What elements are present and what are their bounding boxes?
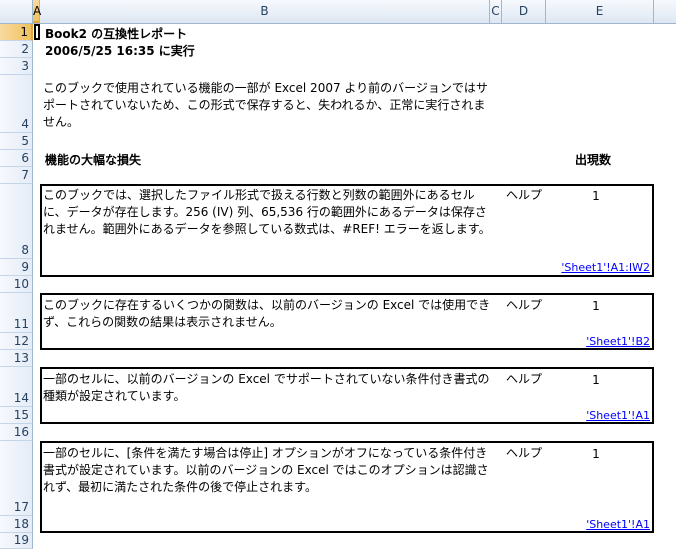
row-header-1[interactable]: 1: [0, 24, 33, 41]
column-header-b[interactable]: B: [40, 0, 490, 23]
report-intro: このブックで使用されている機能の一部が Excel 2007 より前のバージョン…: [43, 81, 488, 129]
issue-count: 1: [592, 373, 600, 387]
issue-description: このブックでは、選択したファイル形式で扱える行数と列数の範囲外にあるセルに、デー…: [43, 188, 491, 236]
issue-help-link[interactable]: ヘルプ: [500, 445, 548, 462]
issue-count: 1: [592, 299, 600, 313]
row-header-5[interactable]: 5: [0, 133, 33, 150]
row-header-9[interactable]: 9: [0, 259, 33, 276]
select-all-corner[interactable]: [0, 0, 33, 23]
issue-location-link[interactable]: 'Sheet1'!A1: [586, 409, 650, 422]
issue-location-link[interactable]: 'Sheet1'!A1: [586, 518, 650, 531]
issue-help-link[interactable]: ヘルプ: [500, 371, 548, 388]
row-header-18[interactable]: 18: [0, 516, 33, 533]
issue-description: 一部のセルに、以前のバージョンの Excel でサポートされていない条件付き書式…: [43, 372, 490, 403]
issue-count: 1: [592, 189, 600, 203]
issue-location-link[interactable]: 'Sheet1'!B2: [586, 335, 650, 348]
row-header-3[interactable]: 3: [0, 58, 33, 75]
row-header-19[interactable]: 19: [0, 533, 33, 549]
issue-count: 1: [592, 447, 600, 461]
row-header-10[interactable]: 10: [0, 276, 33, 293]
row-header-16[interactable]: 16: [0, 424, 33, 441]
row-header-6[interactable]: 6: [0, 150, 33, 167]
row-header-17[interactable]: 17: [0, 441, 33, 516]
column-header-a[interactable]: A: [33, 0, 41, 23]
row-header-13[interactable]: 13: [0, 350, 33, 367]
row-header-4[interactable]: 4: [0, 75, 33, 133]
row-header-14[interactable]: 14: [0, 367, 33, 407]
row-header-11[interactable]: 11: [0, 293, 33, 333]
section-title: 機能の大幅な損失: [45, 153, 142, 167]
column-header-e[interactable]: E: [546, 0, 654, 23]
row-header-8[interactable]: 8: [0, 184, 33, 259]
issue-help-link[interactable]: ヘルプ: [500, 297, 548, 314]
row-header-15[interactable]: 15: [0, 407, 33, 424]
row-header-12[interactable]: 12: [0, 333, 33, 350]
column-header-c[interactable]: C: [490, 0, 502, 23]
issue-description: このブックに存在するいくつかの関数は、以前のバージョンの Excel では使用で…: [43, 298, 491, 329]
report-run-at: 2006/5/25 16:35 に実行: [45, 44, 195, 58]
column-header-d[interactable]: D: [502, 0, 546, 23]
row-header-7[interactable]: 7: [0, 167, 33, 184]
issue-location-link[interactable]: 'Sheet1'!A1:IW2: [561, 261, 650, 274]
row-header-2[interactable]: 2: [0, 41, 33, 58]
issue-help-link[interactable]: ヘルプ: [500, 187, 548, 204]
issue-description: 一部のセルに、[条件を満たす場合は停止] オプションがオフになっている条件付き書…: [43, 446, 489, 494]
active-cell-a1[interactable]: [34, 24, 40, 40]
count-header: 出現数: [575, 153, 612, 167]
report-title: Book2 の互換性レポート: [45, 27, 188, 41]
